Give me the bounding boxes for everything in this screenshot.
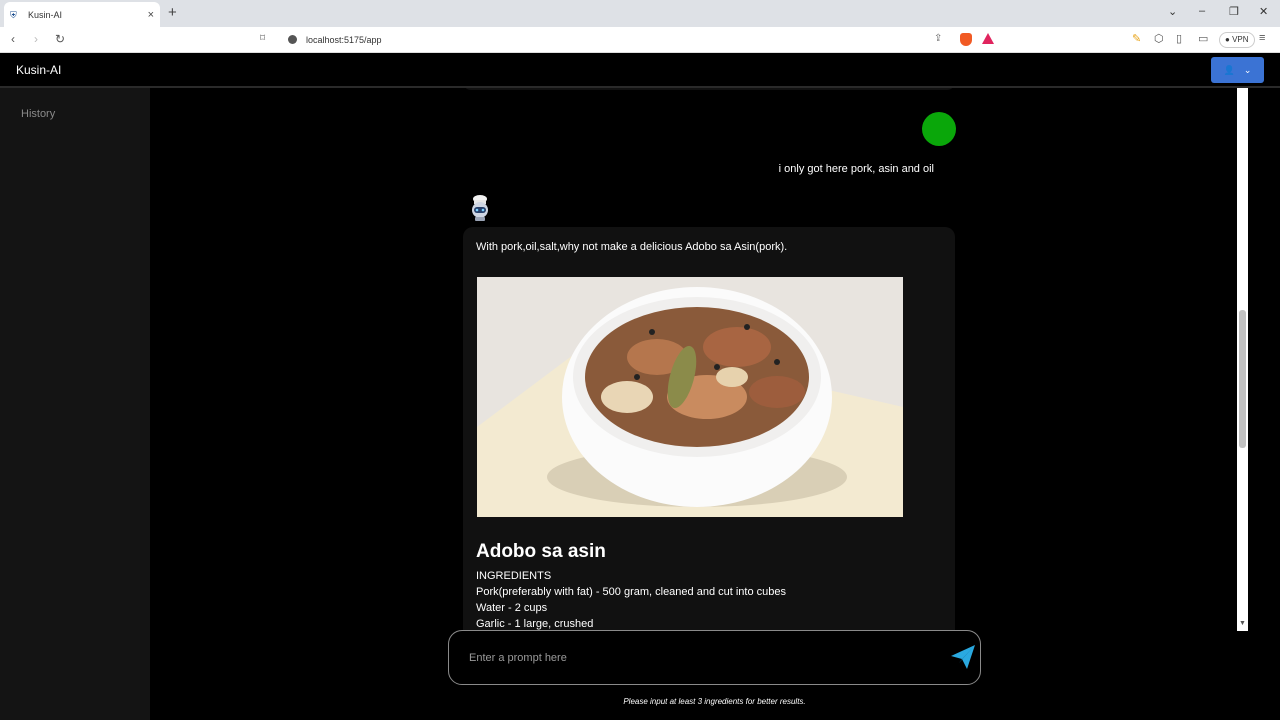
prompt-hint: Please input at least 3 ingredients for … [623,697,806,706]
previous-message-bubble [463,88,955,90]
bookmark-icon[interactable]: ⌑ [260,33,265,44]
browser-toolbar: ‹ › ↻ ⌑ localhost:5175/app ⇪ ✎ ⬡ ▯ ▭ ● V… [0,27,1280,53]
browser-tab[interactable]: ⛨ Kusin-AI × [4,2,160,27]
close-window-icon[interactable]: ✕ [1259,5,1268,18]
restore-icon[interactable]: ❐ [1229,5,1239,18]
app-brand[interactable]: Kusin-AI [16,63,61,77]
minimize-icon[interactable]: – [1199,5,1205,17]
pencil-extension-icon[interactable]: ✎ [1132,32,1141,45]
extensions-icon[interactable]: ⬡ [1154,32,1164,45]
scrollbar-thumb[interactable] [1239,310,1246,448]
back-icon[interactable]: ‹ [11,32,15,46]
user-menu-button[interactable]: 👤 ⌄ [1211,57,1264,83]
ingredients-heading: INGREDIENTS [476,570,552,582]
chevron-down-icon: ⌄ [1243,64,1252,75]
recipe-image [477,277,903,517]
brave-rewards-icon[interactable] [982,33,994,44]
scroll-down-icon[interactable]: ▼ [1239,620,1246,627]
menu-icon[interactable]: ≡ [1259,32,1265,44]
browser-tabbar: ⛨ Kusin-AI × + ⌄ – ❐ ✕ [0,0,1280,27]
sidebar-toggle-icon[interactable]: ▯ [1176,32,1182,45]
user-avatar [922,112,956,146]
reload-icon[interactable]: ↻ [55,32,65,46]
prompt-input[interactable] [469,648,929,668]
address-bar[interactable]: ⌑ localhost:5175/app ⇪ [252,30,1000,50]
bot-intro-text: With pork,oil,salt,why not make a delici… [476,241,788,253]
close-tab-icon[interactable]: × [148,9,154,21]
chat-scrollbar[interactable]: ▼ [1237,88,1248,631]
chef-bot-icon [472,195,488,221]
user-message: i only got here pork, asin and oil [778,163,934,175]
wallet-icon[interactable]: ▭ [1198,32,1208,45]
send-icon[interactable] [949,643,977,671]
forward-icon[interactable]: › [34,32,38,46]
ingredient-item: Garlic - 1 large, crushed [476,618,594,630]
sidebar-item-history[interactable]: History [21,108,55,120]
ingredient-item: Pork(preferably with fat) - 500 gram, cl… [476,586,786,598]
shield-icon: ⛨ [10,9,17,20]
user-icon: 👤 [1223,64,1235,75]
new-tab-icon[interactable]: + [168,4,177,21]
tab-title: Kusin-AI [28,9,63,20]
sidebar: History [0,88,150,720]
vpn-label: VPN [1232,35,1249,44]
chevron-down-icon[interactable]: ⌄ [1168,5,1177,18]
share-icon[interactable]: ⇪ [934,33,942,44]
recipe-title: Adobo sa asin [476,541,606,562]
ingredient-item: Water - 2 cups [476,602,548,614]
brave-shield-icon[interactable] [960,33,972,46]
site-info-icon[interactable] [288,35,297,44]
vpn-button[interactable]: ● VPN [1219,32,1255,48]
app-header: Kusin-AI 👤 ⌄ [0,53,1280,88]
url-text: localhost:5175/app [306,35,382,45]
prompt-box [448,630,981,685]
bot-message-bubble: With pork,oil,salt,why not make a delici… [463,227,955,631]
chat-area[interactable]: i only got here pork, asin and oil With … [150,88,1237,631]
